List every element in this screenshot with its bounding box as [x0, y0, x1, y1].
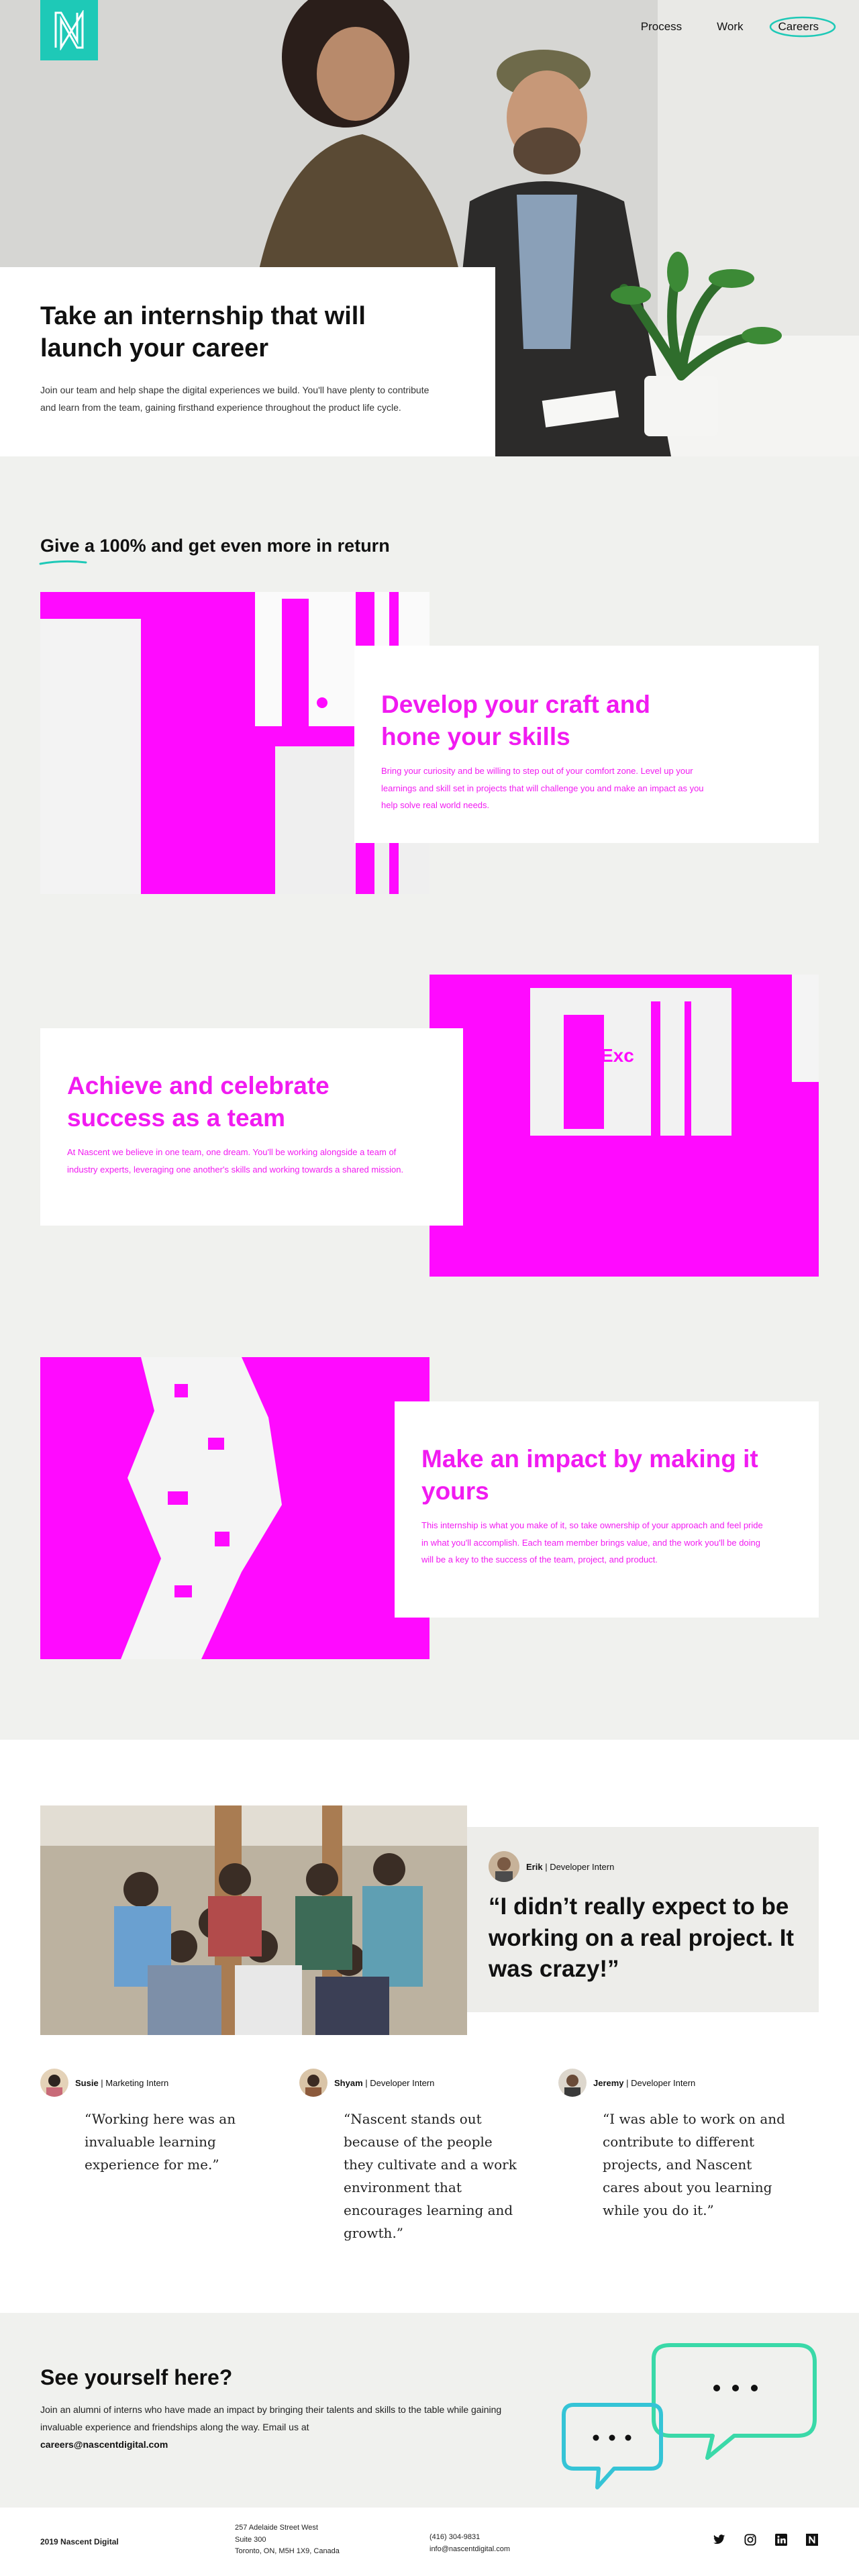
author-role: Developer Intern	[550, 1861, 615, 1872]
team-photo	[40, 1805, 467, 2035]
testimonial-author: Jeremy | Developer Intern	[558, 2069, 817, 2097]
author-name: Erik	[526, 1861, 543, 1872]
footer-brand: 2019 Nascent Digital	[40, 2537, 119, 2546]
hero-section: Process Work Careers Take an internship …	[0, 0, 859, 456]
benefits-heading: Give a 100% and get even more in return	[40, 536, 390, 556]
testimonial-item: Jeremy | Developer Intern “I was able to…	[558, 2069, 817, 2244]
testimonials-section: Erik | Developer Intern “I didn’t really…	[0, 1740, 859, 2313]
address-line: 257 Adelaide Street West	[235, 2524, 318, 2532]
author-name: Susie	[75, 2077, 99, 2088]
avatar	[299, 2069, 327, 2097]
feature-card-team: Achieve and celebrate success as a team …	[40, 1028, 463, 1226]
hero-body: Join our team and help shape the digital…	[40, 385, 430, 413]
testimonial-quote: “Working here was an invaluable learning…	[85, 2111, 236, 2173]
footer-phone[interactable]: (416) 304-9831	[430, 2532, 510, 2544]
cta-text: Join an alumni of interns who have made …	[40, 2404, 502, 2432]
testimonial-author: Erik | Developer Intern	[489, 1851, 799, 1882]
careers-email-link[interactable]: careers@nascentdigital.com	[40, 2439, 168, 2450]
cta-section: See yourself here? Join an alumni of int…	[0, 2313, 859, 2508]
footer: 2019 Nascent Digital 257 Adelaide Street…	[0, 2508, 859, 2576]
nascent-icon[interactable]	[805, 2533, 819, 2546]
social-links	[713, 2533, 819, 2546]
instagram-icon[interactable]	[744, 2533, 757, 2546]
testimonial-quote: “I was able to work on and contribute to…	[603, 2111, 785, 2218]
main-nav: Process Work Careers	[641, 16, 836, 38]
svg-text:Exc: Exc	[601, 1045, 634, 1066]
twitter-icon[interactable]	[713, 2533, 726, 2546]
feature-title: Achieve and celebrate success as a team	[67, 1072, 330, 1132]
nascent-logo[interactable]	[40, 0, 98, 60]
feature-title: Develop your craft and hone your skills	[381, 691, 650, 751]
nascent-logo-icon	[54, 10, 84, 50]
testimonial-quote: “Nascent stands out because of the peopl…	[344, 2111, 517, 2241]
nav-process[interactable]: Process	[641, 20, 682, 34]
author-role: Marketing Intern	[105, 2077, 169, 2088]
avatar	[558, 2069, 587, 2097]
featured-quote: “I didn’t really expect to be working on…	[489, 1893, 795, 1983]
footer-email[interactable]: info@nascentdigital.com	[430, 2544, 510, 2556]
feature-body: This internship is what you make of it, …	[421, 1520, 763, 1565]
hero-title: Take an internship that will launch your…	[40, 302, 366, 362]
testimonial-author: Susie | Marketing Intern	[40, 2069, 299, 2097]
linkedin-icon[interactable]	[774, 2533, 788, 2546]
feature-body: Bring your curiosity and be willing to s…	[381, 766, 704, 810]
address-line: Suite 300	[235, 2535, 266, 2544]
cta-body: Join an alumni of interns who have made …	[40, 2401, 503, 2454]
avatar	[489, 1851, 519, 1882]
testimonial-item: Susie | Marketing Intern “Working here w…	[40, 2069, 299, 2244]
feature-card-craft: Develop your craft and hone your skills …	[354, 646, 819, 843]
feature-title: Make an impact by making it yours	[421, 1445, 758, 1505]
testimonial-item: Shyam | Developer Intern “Nascent stands…	[299, 2069, 558, 2244]
feature-body: At Nascent we believe in one team, one d…	[67, 1147, 404, 1175]
testimonial-author: Shyam | Developer Intern	[299, 2069, 558, 2097]
author-role: Developer Intern	[370, 2077, 435, 2088]
feature-image-impact	[40, 1357, 430, 1659]
nav-careers[interactable]: Careers	[769, 16, 836, 38]
cta-heading: See yourself here?	[40, 2365, 233, 2389]
feature-card-impact: Make an impact by making it yours This i…	[395, 1401, 819, 1618]
footer-contact: (416) 304-9831 info@nascentdigital.com	[430, 2532, 510, 2555]
nav-work[interactable]: Work	[717, 20, 743, 34]
avatar	[40, 2069, 68, 2097]
hero-card: Take an internship that will launch your…	[0, 267, 495, 456]
author-role: Developer Intern	[631, 2077, 696, 2088]
address-line: Toronto, ON, M5H 1X9, Canada	[235, 2547, 340, 2556]
active-underline-icon	[769, 16, 836, 38]
author-name: Jeremy	[593, 2077, 624, 2088]
heading-underline-icon	[39, 560, 87, 565]
chat-bubbles-icon	[562, 2343, 817, 2489]
testimonial-list: Susie | Marketing Intern “Working here w…	[40, 2069, 819, 2244]
footer-address: 257 Adelaide Street West Suite 300 Toron…	[235, 2522, 340, 2558]
internship-benefits-section: Give a 100% and get even more in return …	[0, 456, 859, 1740]
featured-testimonial: Erik | Developer Intern “I didn’t really…	[467, 1827, 819, 2012]
author-name: Shyam	[334, 2077, 363, 2088]
feature-image-team: Exc	[430, 975, 819, 1277]
